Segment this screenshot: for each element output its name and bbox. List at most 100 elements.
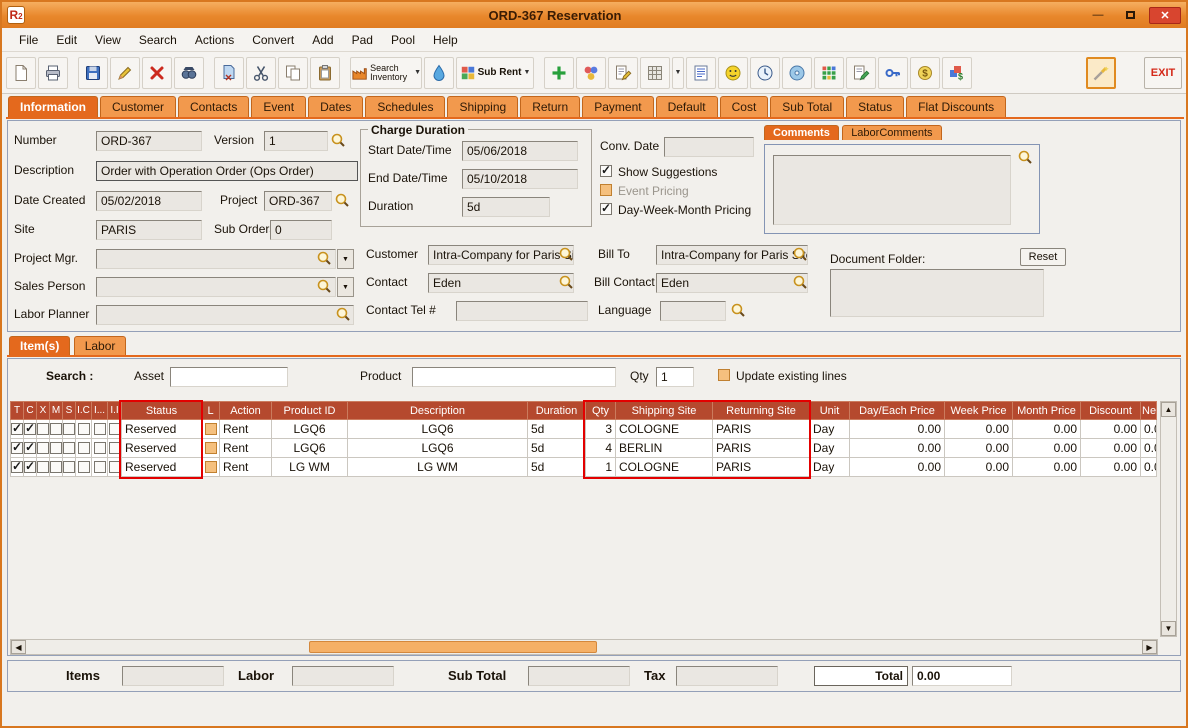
tab-comments[interactable]: Comments [764, 125, 839, 140]
row-checkbox-m[interactable] [50, 442, 62, 454]
row-checkbox-t[interactable] [11, 421, 23, 435]
edit-note-button[interactable] [608, 56, 638, 89]
row-checkbox-m[interactable] [50, 423, 62, 435]
row-checkbox-ii[interactable] [108, 423, 121, 435]
write-note-button[interactable] [846, 56, 876, 89]
inventory-cubes-button[interactable] [814, 56, 844, 89]
tab-schedules[interactable]: Schedules [365, 96, 446, 117]
row-checkbox-x[interactable] [37, 442, 49, 454]
date-created-field[interactable]: 05/02/2018 [96, 191, 202, 211]
row-checkbox-x[interactable] [37, 461, 49, 473]
customer-field[interactable]: Intra-Company for Paris Site [428, 245, 574, 265]
find-button[interactable] [174, 56, 204, 89]
row-checkbox-m[interactable] [50, 461, 62, 473]
col-idots[interactable]: I... [91, 401, 108, 420]
project-mgr-magnifier-icon[interactable] [316, 250, 332, 266]
tab-information[interactable]: Information [8, 96, 98, 117]
cut-order-button[interactable] [214, 56, 244, 89]
menu-file[interactable]: File [10, 30, 47, 50]
menu-view[interactable]: View [86, 30, 130, 50]
access-key-button[interactable] [878, 56, 908, 89]
version-field[interactable]: 1 [264, 131, 328, 151]
tab-flat-discounts[interactable]: Flat Discounts [906, 96, 1007, 117]
fill-button[interactable] [424, 56, 454, 89]
sales-person-magnifier-icon[interactable] [316, 278, 332, 294]
row-checkbox-x[interactable] [37, 423, 49, 435]
options-button[interactable] [576, 56, 606, 89]
col-action[interactable]: Action [219, 401, 272, 420]
sales-person-dropdown-button[interactable]: ▼ [337, 277, 354, 297]
contact-tel-field[interactable] [456, 301, 588, 321]
col-discount[interactable]: Discount [1080, 401, 1141, 420]
row-checkbox-t[interactable] [11, 440, 23, 454]
row-checkbox-idots[interactable] [93, 423, 106, 435]
language-field[interactable] [660, 301, 726, 321]
close-button[interactable]: ✕ [1149, 6, 1181, 24]
disc-button[interactable] [782, 56, 812, 89]
scroll-right-button[interactable]: ▶ [1142, 640, 1157, 654]
horizontal-scrollbar[interactable]: ◀ ▶ [10, 639, 1158, 655]
menu-search[interactable]: Search [130, 30, 186, 50]
row-checkbox-c[interactable] [24, 421, 36, 435]
tab-cost[interactable]: Cost [719, 96, 769, 117]
maximize-button[interactable] [1117, 7, 1143, 24]
currency-button[interactable]: $ [910, 56, 940, 89]
col-status[interactable]: Status [121, 401, 202, 420]
search-inventory-button[interactable]: Search Inventory ▼ [350, 56, 422, 89]
row-checkbox-s[interactable] [63, 442, 75, 454]
sub-rent-button[interactable]: Sub Rent ▼ [456, 56, 534, 89]
col-t[interactable]: T [10, 401, 24, 420]
feedback-button[interactable] [718, 56, 748, 89]
product-input[interactable] [412, 367, 616, 387]
labor-planner-magnifier-icon[interactable] [335, 306, 351, 322]
language-magnifier-icon[interactable] [730, 302, 746, 318]
sales-person-field[interactable] [96, 277, 336, 297]
tab-event[interactable]: Event [251, 96, 307, 117]
row-checkbox-idots[interactable] [93, 461, 106, 473]
report-button[interactable] [686, 56, 716, 89]
conv-date-field[interactable] [664, 137, 754, 157]
tab-labor-comments[interactable]: LaborComments [842, 125, 942, 140]
bill-contact-field[interactable]: Eden [656, 273, 808, 293]
col-month-price[interactable]: Month Price [1012, 401, 1081, 420]
menu-actions[interactable]: Actions [186, 30, 243, 50]
qty-input[interactable]: 1 [656, 367, 694, 387]
tab-sub-total[interactable]: Sub Total [770, 96, 845, 117]
bill-contact-magnifier-icon[interactable] [792, 274, 808, 290]
tab-default[interactable]: Default [655, 96, 718, 117]
tab-dates[interactable]: Dates [308, 96, 364, 117]
tab-payment[interactable]: Payment [582, 96, 654, 117]
row-checkbox-ic[interactable] [77, 442, 90, 454]
row-checkbox-s[interactable] [63, 461, 75, 473]
end-date-field[interactable]: 05/10/2018 [462, 169, 578, 189]
menu-help[interactable]: Help [424, 30, 467, 50]
project-mgr-field[interactable] [96, 249, 336, 269]
col-product-id[interactable]: Product ID [271, 401, 348, 420]
col-day-each-price[interactable]: Day/Each Price [849, 401, 945, 420]
labor-planner-field[interactable] [96, 305, 354, 325]
print-button[interactable] [38, 56, 68, 89]
col-ii[interactable]: I.I [107, 401, 122, 420]
col-s[interactable]: S [62, 401, 76, 420]
pad-dropdown-button[interactable]: ▼ [672, 56, 684, 89]
tab-return[interactable]: Return [520, 96, 581, 117]
scroll-up-button[interactable]: ▲ [1161, 402, 1176, 417]
description-field[interactable]: Order with Operation Order (Ops Order) [96, 161, 358, 181]
row-checkbox-l[interactable] [204, 423, 217, 435]
col-qty[interactable]: Qty [585, 401, 616, 420]
contact-magnifier-icon[interactable] [558, 274, 574, 290]
update-existing-lines-checkbox[interactable] [718, 369, 730, 381]
table-row[interactable]: Reserved Rent LGQ6 LGQ6 5d 3 COLOGNE PAR… [10, 419, 1157, 439]
paste-button[interactable] [310, 56, 340, 89]
dropdown-arrow-icon[interactable]: ▼ [414, 69, 421, 76]
menu-convert[interactable]: Convert [243, 30, 303, 50]
menu-pad[interactable]: Pad [343, 30, 382, 50]
scroll-left-button[interactable]: ◀ [11, 640, 26, 654]
contact-field[interactable]: Eden [428, 273, 574, 293]
cost-cubes-button[interactable]: $ [942, 56, 972, 89]
dropdown-arrow-icon[interactable]: ▼ [523, 69, 530, 76]
col-duration[interactable]: Duration [527, 401, 586, 420]
horizontal-scroll-thumb[interactable] [309, 641, 597, 653]
minimize-button[interactable]: — [1085, 7, 1111, 24]
vertical-scrollbar[interactable]: ▲ ▼ [1160, 401, 1177, 637]
